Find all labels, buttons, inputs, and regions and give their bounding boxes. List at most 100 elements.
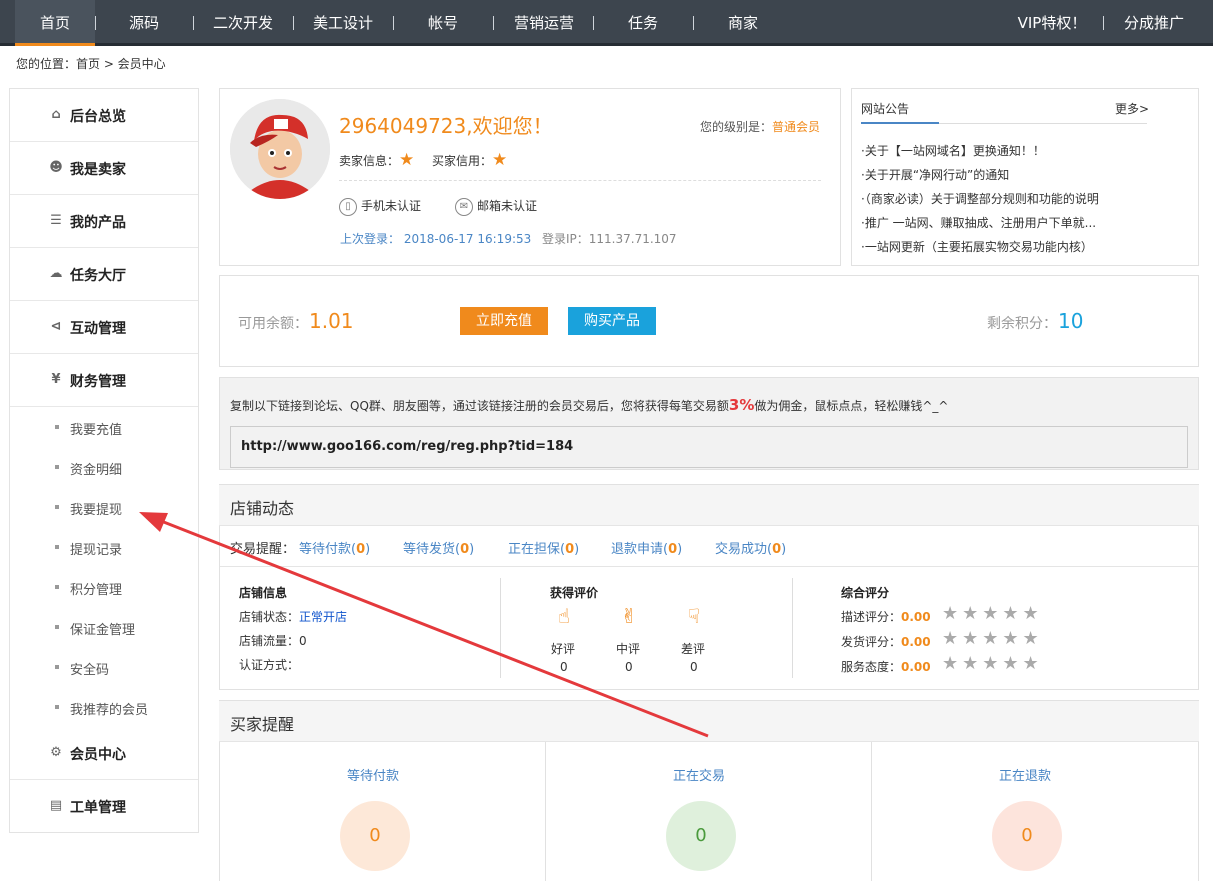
referral-link-field[interactable]: http://www.goo166.com/reg/reg.php?tid=18…: [230, 426, 1188, 468]
nav-design[interactable]: 美工设计: [298, 0, 388, 43]
sidebar-item-tasks[interactable]: ☁ 任务大厅: [10, 248, 198, 301]
email-verify[interactable]: ✉ 邮箱未认证: [455, 197, 537, 216]
eval-good-count: 0: [560, 660, 568, 674]
nav-separator: [493, 16, 494, 30]
buy-product-button[interactable]: 购买产品: [568, 307, 656, 335]
sidebar-subitem-deposit[interactable]: 保证金管理: [10, 607, 198, 647]
trade-item-count: 0: [460, 542, 470, 557]
trade-item-label: 退款申请: [611, 542, 664, 557]
buyer-in-trade-count[interactable]: 0: [666, 801, 736, 871]
trade-pending-shipment[interactable]: 等待发货(0): [403, 538, 474, 557]
sidebar-subitem-label: 积分管理: [70, 583, 123, 598]
sidebar-subitem-points[interactable]: 积分管理: [10, 567, 198, 607]
nav-merchant[interactable]: 商家: [698, 0, 788, 43]
trade-item-count: 0: [565, 542, 575, 557]
nav-separator: [393, 16, 394, 30]
sidebar-subitem-label: 我推荐的会员: [70, 703, 149, 718]
store-traffic: 店铺流量：0: [239, 634, 307, 648]
nav-marketing[interactable]: 营销运营: [498, 0, 590, 43]
trade-item-label: 正在担保: [508, 542, 561, 557]
phone-icon: ▯: [339, 197, 357, 216]
notice-item[interactable]: ·推广 一站网、赚取抽成、注册用户下单就...: [861, 214, 1096, 231]
recharge-button[interactable]: 立即充值: [460, 307, 548, 335]
score-label: 服务态度：: [841, 660, 902, 674]
nav-affiliate[interactable]: 分成推广: [1114, 0, 1194, 43]
user-icon: ☻: [49, 160, 63, 175]
buyer-credit: 买家信用：★: [432, 150, 507, 170]
phone-verify-label: 手机未认证: [361, 199, 422, 213]
trade-reminder-label: 交易提醒：: [230, 542, 296, 557]
sidebar-item-finance[interactable]: ¥ 财务管理: [10, 354, 198, 407]
trade-refund-requests[interactable]: 退款申请(0): [611, 538, 682, 557]
notice-more-link[interactable]: 更多>: [1115, 100, 1149, 117]
share-icon: ⊲: [50, 319, 62, 334]
nav-separator: [593, 16, 594, 30]
sidebar-subitem-security-code[interactable]: 安全码: [10, 647, 198, 687]
eval-neutral-count: 0: [625, 660, 633, 674]
level-value[interactable]: 普通会员: [772, 120, 820, 134]
buyer-pending-payment-label[interactable]: 等待付款: [347, 765, 399, 784]
trade-in-escrow[interactable]: 正在担保(0): [508, 538, 579, 557]
phone-verify[interactable]: ▯ 手机未认证: [339, 197, 421, 216]
nav-tasks[interactable]: 任务: [598, 0, 688, 43]
notice-item[interactable]: ·关于开展“净网行动”的通知: [861, 166, 1009, 183]
sidebar-item-label: 工单管理: [70, 800, 126, 816]
clipboard-icon: ▤: [49, 798, 63, 813]
notice-item[interactable]: ·（商家必读）关于调整部分规则和功能的说明: [861, 190, 1099, 207]
nav-separator: [693, 16, 694, 30]
nav-secondary-dev[interactable]: 二次开发: [198, 0, 288, 43]
nav-separator: [1103, 16, 1104, 30]
bullet-icon: [55, 625, 59, 629]
score-shipping: 发货评分：0.00: [841, 633, 931, 650]
buyer-credit-label: 买家信用：: [432, 154, 493, 168]
ok-hand-icon: ✌: [620, 604, 638, 628]
sidebar: ⌂ 后台总览 ☻ 我是卖家 ☰ 我的产品 ☁ 任务大厅 ⊲ 互动管理 ¥ 财务管…: [9, 88, 199, 833]
notice-item[interactable]: ·关于【一站网域名】更换通知！！: [861, 142, 1045, 159]
eval-neutral-label: 中评: [616, 642, 641, 656]
sidebar-item-label: 任务大厅: [70, 268, 126, 284]
buyer-in-trade-label[interactable]: 正在交易: [673, 765, 725, 784]
sidebar-item-seller[interactable]: ☻ 我是卖家: [10, 142, 198, 195]
eval-title: 获得评价: [550, 586, 599, 600]
buyer-pending-payment-count[interactable]: 0: [340, 801, 410, 871]
sidebar-subitem-fund-detail[interactable]: 资金明细: [10, 447, 198, 487]
trade-item-label: 交易成功: [715, 542, 768, 557]
sidebar-item-tickets[interactable]: ▤ 工单管理: [10, 780, 198, 833]
member-level: 您的级别是：普通会员: [700, 118, 820, 135]
sidebar-subitem-recharge[interactable]: 我要充值: [10, 407, 198, 447]
trade-item-label: 等待付款: [299, 542, 352, 557]
points-label: 剩余积分：: [987, 316, 1057, 332]
trade-completed[interactable]: 交易成功(0): [715, 538, 786, 557]
bullet-icon: [55, 545, 59, 549]
store-status: 店铺状态：正常开店: [239, 608, 347, 625]
gear-icon: ⚙: [50, 745, 62, 760]
score-service: 服务态度：0.00: [841, 658, 931, 675]
notice-item[interactable]: ·一站网更新（主要拓展实物交易功能内核）: [861, 238, 1093, 255]
bullet-icon: [55, 465, 59, 469]
sidebar-subitem-label: 提现记录: [70, 543, 123, 558]
sidebar-item-interaction[interactable]: ⊲ 互动管理: [10, 301, 198, 354]
avatar: [230, 99, 330, 199]
buyer-refunding-label[interactable]: 正在退款: [999, 765, 1051, 784]
sidebar-subitem-label: 我要充值: [70, 423, 123, 438]
sidebar-subitem-referrals[interactable]: 我推荐的会员: [10, 687, 198, 727]
nav-vip[interactable]: VIP特权！: [1012, 0, 1092, 43]
thumbs-up-icon: ☝: [557, 604, 571, 628]
rating-stars-icon: ★★★★★: [942, 603, 1043, 624]
trade-pending-payment[interactable]: 等待付款(0): [299, 538, 370, 557]
sidebar-item-member-center[interactable]: ⚙ 会员中心: [10, 727, 198, 780]
buyer-refunding-count[interactable]: 0: [992, 801, 1062, 871]
nav-account[interactable]: 帐号: [398, 0, 488, 43]
sidebar-item-products[interactable]: ☰ 我的产品: [10, 195, 198, 248]
rating-stars-icon: ★★★★★: [942, 628, 1043, 649]
nav-source[interactable]: 源码: [100, 0, 188, 43]
score-label: 发货评分：: [841, 635, 902, 649]
star-icon: ★: [399, 150, 415, 170]
sidebar-item-overview[interactable]: ⌂ 后台总览: [10, 89, 198, 142]
sidebar-subitem-label: 资金明细: [70, 463, 123, 478]
mail-icon: ✉: [455, 197, 473, 216]
sidebar-subitem-withdraw-records[interactable]: 提现记录: [10, 527, 198, 567]
nav-home[interactable]: 首页: [15, 0, 95, 46]
sidebar-subitem-withdraw[interactable]: 我要提现: [10, 487, 198, 527]
sidebar-item-label: 我是卖家: [70, 162, 126, 178]
